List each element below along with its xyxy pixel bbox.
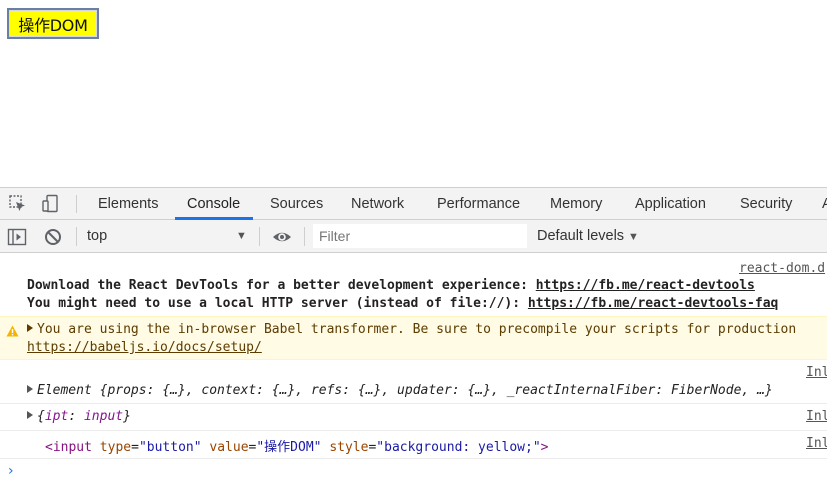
console-messages: react-dom.d Download the React DevTools … bbox=[0, 253, 827, 483]
context-dropdown-arrow-icon[interactable]: ▼ bbox=[236, 220, 247, 252]
tag-close: > bbox=[540, 440, 549, 455]
inspect-element-icon[interactable] bbox=[8, 194, 28, 214]
tab-application[interactable]: Application bbox=[635, 188, 706, 220]
tab-security[interactable]: Security bbox=[740, 188, 792, 220]
tab-elements[interactable]: Elements bbox=[98, 188, 158, 220]
context-selector[interactable]: top bbox=[87, 220, 252, 252]
separator: : bbox=[68, 409, 84, 424]
chevron-down-icon: ▼ bbox=[628, 231, 639, 243]
brace: { bbox=[37, 409, 45, 424]
tab-audits-truncated[interactable]: A bbox=[822, 188, 827, 220]
object-value: input bbox=[83, 409, 124, 424]
message-text: Download the React DevTools for a better… bbox=[27, 278, 536, 293]
tab-network[interactable]: Network bbox=[351, 188, 404, 220]
attr-value: "background: yellow;" bbox=[376, 440, 541, 455]
console-text: Download the React DevTools for a better… bbox=[27, 278, 755, 293]
brace: } bbox=[123, 409, 131, 424]
console-message-dom-node: Inl <input type="button" value="操作DOM" s… bbox=[0, 431, 827, 459]
console-toolbar: top ▼ Default levels▼ bbox=[0, 220, 827, 253]
operate-dom-button[interactable]: 操作DOM bbox=[7, 8, 99, 39]
console-message-element: Inl Element {props: {…}, context: {…}, r… bbox=[0, 360, 827, 404]
console-text: https://babeljs.io/docs/setup/ bbox=[27, 340, 262, 355]
attr-value: "button" bbox=[138, 440, 202, 455]
console-message-warning: You are using the in-browser Babel trans… bbox=[0, 316, 827, 360]
react-devtools-faq-link[interactable]: https://fb.me/react-devtools-faq bbox=[528, 296, 778, 311]
console-message-devtools: react-dom.d Download the React DevTools … bbox=[0, 253, 827, 317]
source-link[interactable]: Inl bbox=[806, 365, 827, 380]
object-preview[interactable]: {ipt: input} bbox=[27, 409, 131, 424]
log-levels-label: Default levels bbox=[537, 228, 625, 244]
console-message-object: Inl {ipt: input} bbox=[0, 404, 827, 431]
console-text: You might need to use a local HTTP serve… bbox=[27, 296, 778, 311]
screen: 操作DOM Elements Console Sources Network P… bbox=[0, 0, 827, 483]
tab-performance[interactable]: Performance bbox=[437, 188, 520, 220]
page-viewport: 操作DOM bbox=[0, 0, 827, 187]
tab-memory[interactable]: Memory bbox=[550, 188, 602, 220]
object-body: {props: {…}, context: {…}, refs: {…}, up… bbox=[99, 383, 773, 398]
live-expression-eye-icon[interactable] bbox=[272, 227, 292, 247]
toolbar-separator bbox=[259, 227, 260, 246]
tabbar-separator bbox=[76, 195, 77, 213]
devtools-panel: Elements Console Sources Network Perform… bbox=[0, 187, 827, 483]
source-link[interactable]: Inl bbox=[806, 436, 827, 451]
log-levels-dropdown[interactable]: Default levels ▼ bbox=[537, 220, 639, 253]
attr-value: "操作DOM" bbox=[256, 440, 322, 455]
object-type: Element bbox=[37, 383, 100, 398]
object-key: ipt bbox=[44, 409, 69, 424]
attr-name: style bbox=[329, 440, 369, 455]
toolbar-separator bbox=[304, 227, 305, 246]
dom-node-preview[interactable]: <input type="button" value="操作DOM" style… bbox=[45, 436, 549, 455]
tag-name: <input bbox=[45, 440, 92, 455]
message-text: You might need to use a local HTTP serve… bbox=[27, 296, 528, 311]
expand-arrow-icon[interactable] bbox=[27, 324, 33, 332]
attr-name: value bbox=[209, 440, 249, 455]
babel-setup-link[interactable]: https://babeljs.io/docs/setup/ bbox=[27, 340, 262, 355]
tab-console[interactable]: Console bbox=[187, 188, 240, 220]
source-link[interactable]: react-dom.d bbox=[739, 261, 825, 276]
show-sidebar-icon[interactable] bbox=[7, 227, 27, 247]
object-preview[interactable]: Element {props: {…}, context: {…}, refs:… bbox=[27, 383, 773, 398]
tab-sources[interactable]: Sources bbox=[270, 188, 323, 220]
message-text: You are using the in-browser Babel trans… bbox=[37, 322, 797, 337]
clear-console-icon[interactable] bbox=[43, 227, 63, 247]
device-toolbar-icon[interactable] bbox=[41, 194, 61, 214]
source-link[interactable]: Inl bbox=[806, 409, 827, 424]
warning-icon bbox=[6, 325, 19, 337]
console-prompt[interactable]: › bbox=[8, 463, 14, 479]
react-devtools-link[interactable]: https://fb.me/react-devtools bbox=[536, 278, 755, 293]
attr-name: type bbox=[99, 440, 132, 455]
expand-arrow-icon[interactable] bbox=[27, 385, 33, 393]
expand-arrow-icon[interactable] bbox=[27, 411, 33, 419]
filter-input[interactable] bbox=[313, 224, 527, 248]
devtools-tabbar: Elements Console Sources Network Perform… bbox=[0, 187, 827, 220]
console-text: You are using the in-browser Babel trans… bbox=[27, 322, 796, 337]
toolbar-separator bbox=[76, 227, 77, 246]
